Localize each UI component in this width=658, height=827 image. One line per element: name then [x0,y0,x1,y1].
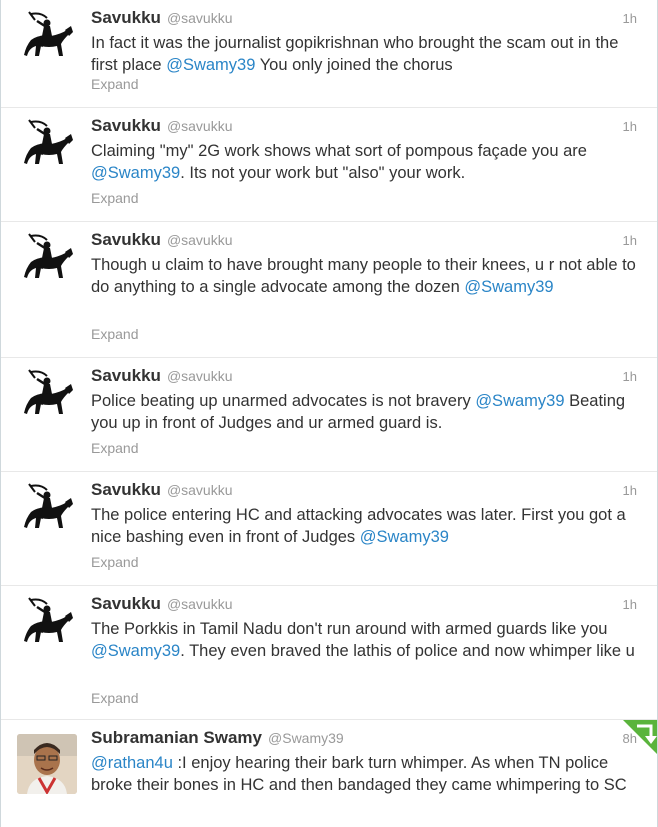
fullname-link[interactable]: Savukku [91,230,161,249]
expand-link[interactable]: Expand [91,554,138,570]
username-link[interactable]: @savukku [167,10,233,26]
fullname-link[interactable]: Savukku [91,366,161,385]
tweet-text: The Porkkis in Tamil Nadu don't run arou… [91,618,646,662]
tweet-item[interactable]: Savukku @savukku 1h In fact it was the jo… [1,0,657,108]
retweet-corner-icon [623,720,657,754]
mention-link[interactable]: @Swamy39 [91,642,180,660]
horse-rider-avatar-icon[interactable] [17,10,77,70]
tweet-item[interactable]: Savukku @savukku 1h Though u claim to hav… [1,222,657,358]
tweet-item[interactable]: Savukku @savukku 1h The police entering H… [1,472,657,586]
fullname-link[interactable]: Subramanian Swamy [91,728,262,747]
tweet-text: Though u claim to have brought many peop… [91,254,646,298]
tweet-item[interactable]: Savukku @savukku 1h The Porkkis in Tamil … [1,586,657,720]
fullname-link[interactable]: Savukku [91,8,161,27]
tweet-time-link[interactable]: 1h [623,369,637,384]
username-link[interactable]: @savukku [167,118,233,134]
mention-link[interactable]: @rathan4u [91,754,173,772]
horse-rider-avatar-icon[interactable] [17,482,77,542]
username-link[interactable]: @savukku [167,232,233,248]
username-link[interactable]: @savukku [167,368,233,384]
expand-link[interactable]: Expand [91,326,138,342]
tweet-text: Police beating up unarmed advocates is n… [91,390,646,434]
tweet-item[interactable]: Savukku @savukku 1h Claiming "my" 2G work… [1,108,657,222]
tweet-header: Savukku @savukku 1h [91,480,637,500]
tweet-item[interactable]: Subramanian Swamy @Swamy39 8h @rathan4u :… [1,720,657,827]
tweet-time-link[interactable]: 1h [623,11,637,26]
tweet-text-part: . Its not your work but "also" your work… [180,164,466,182]
tweet-item[interactable]: Savukku @savukku 1h Police beating up una… [1,358,657,472]
expand-link[interactable]: Expand [91,76,138,92]
tweet-header: Savukku @savukku 1h [91,230,637,250]
username-link[interactable]: @savukku [167,596,233,612]
tweet-text-part: Police beating up unarmed advocates is n… [91,392,476,410]
horse-rider-avatar-icon[interactable] [17,596,77,656]
tweet-time-link[interactable]: 1h [623,597,637,612]
mention-link[interactable]: @Swamy39 [464,278,553,296]
mention-link[interactable]: @Swamy39 [475,392,564,410]
expand-link[interactable]: Expand [91,190,138,206]
horse-rider-avatar-icon[interactable] [17,232,77,292]
expand-link[interactable]: Expand [91,690,138,706]
tweet-text: Claiming "my" 2G work shows what sort of… [91,140,646,184]
expand-link[interactable]: Expand [91,440,138,456]
tweet-header: Savukku @savukku 1h [91,8,637,28]
tweet-timeline: Savukku @savukku 1h In fact it was the jo… [0,0,658,827]
tweet-header: Savukku @savukku 1h [91,366,637,386]
tweet-text-part: Claiming "my" 2G work shows what sort of… [91,142,587,160]
tweet-text-part: . They even braved the lathis of police … [180,642,635,660]
horse-rider-avatar-icon[interactable] [17,118,77,178]
fullname-link[interactable]: Savukku [91,594,161,613]
fullname-link[interactable]: Savukku [91,480,161,499]
fullname-link[interactable]: Savukku [91,116,161,135]
tweet-time-link[interactable]: 1h [623,119,637,134]
username-link[interactable]: @Swamy39 [268,730,344,746]
mention-link[interactable]: @Swamy39 [166,56,255,74]
horse-rider-avatar-icon[interactable] [17,368,77,428]
mention-link[interactable]: @Swamy39 [360,528,449,546]
tweet-text: In fact it was the journalist gopikrishn… [91,32,646,76]
tweet-text: The police entering HC and attacking adv… [91,504,646,548]
tweet-text-part: Though u claim to have brought many peop… [91,256,636,296]
tweet-text-part: You only joined the chorus [255,56,453,74]
profile-photo-avatar[interactable] [17,734,77,794]
tweet-time-link[interactable]: 1h [623,483,637,498]
mention-link[interactable]: @Swamy39 [91,164,180,182]
tweet-text-part: The Porkkis in Tamil Nadu don't run arou… [91,620,608,638]
username-link[interactable]: @savukku [167,482,233,498]
tweet-header: Subramanian Swamy @Swamy39 8h [91,728,637,748]
tweet-text: @rathan4u :I enjoy hearing their bark tu… [91,752,646,796]
tweet-text-part: The police entering HC and attacking adv… [91,506,626,546]
tweet-header: Savukku @savukku 1h [91,594,637,614]
tweet-header: Savukku @savukku 1h [91,116,637,136]
tweet-time-link[interactable]: 1h [623,233,637,248]
